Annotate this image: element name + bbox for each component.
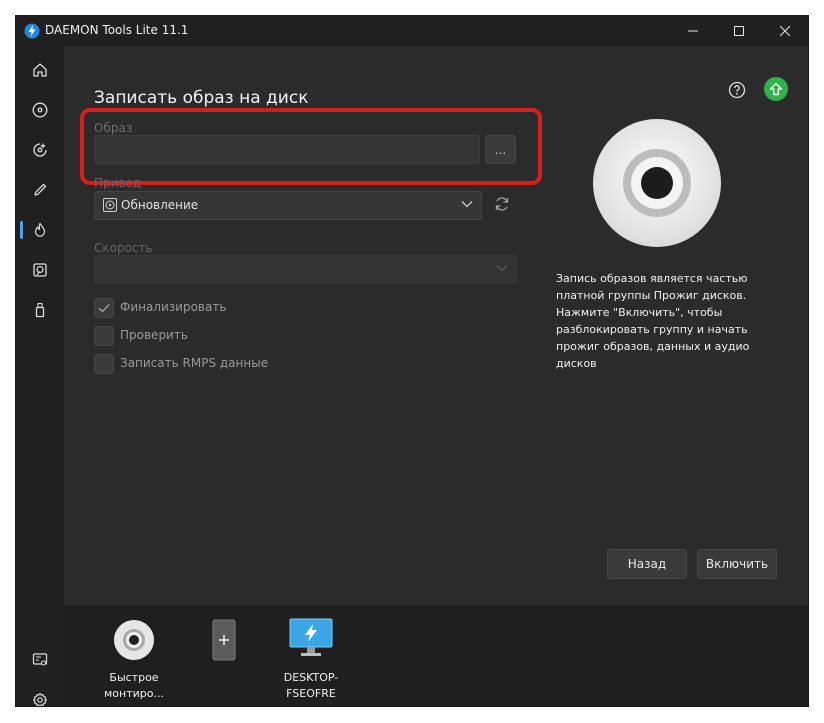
minimize-icon [688,30,698,32]
add-device-icon [212,619,236,661]
speed-select[interactable] [94,255,517,284]
pencil-icon [34,183,47,196]
monitor-icon [289,618,333,656]
app-window: DAEMON Tools Lite 11.1 Записать образ на… [16,16,808,706]
device-quick-mount[interactable]: Быстрое монтиро... [89,606,179,706]
device-label: Быстрое монтиро... [104,671,164,700]
disc-icon [32,102,48,118]
license-icon [32,653,48,666]
add-device-button[interactable] [179,606,269,706]
sidebar-item-virtual-hdd[interactable] [16,254,64,286]
disc-illustration-icon [593,119,721,247]
verify-checkbox-label: Проверить [120,328,188,342]
speed-label: Скорость [94,241,153,255]
enable-button[interactable]: Включить [697,549,777,579]
maximize-icon [734,26,744,36]
sidebar-item-license[interactable] [16,644,64,676]
flame-icon [34,222,46,237]
sidebar-item-new-image[interactable] [16,134,64,166]
drive-select-value: Обновление [121,198,199,212]
device-desktop[interactable]: DESKTOP-FSEOFRE [266,606,356,706]
window-title: DAEMON Tools Lite 11.1 [45,23,189,37]
disc-icon [114,620,154,660]
sidebar-item-home[interactable] [16,54,64,86]
drive-disc-icon [103,198,117,212]
drive-label: Привод [94,176,142,190]
sidebar-item-settings[interactable] [16,684,64,706]
device-label: DESKTOP-FSEOFRE [283,671,339,700]
home-icon [33,63,47,77]
checkmark-icon [98,304,110,313]
daemon-tools-logo-icon [24,23,40,39]
chevron-down-icon [496,265,508,272]
back-button[interactable]: Назад [607,549,687,579]
finalize-checkbox[interactable] [94,298,114,318]
burning-info-text: Запись образов является частью платной г… [556,272,750,370]
rmps-checkbox-label: Записать RMPS данные [120,356,269,370]
highlight-annotation [80,108,542,185]
minimize-button[interactable] [670,16,716,46]
sidebar-item-editor[interactable] [16,174,64,206]
gear-icon [32,692,48,706]
active-indicator [20,221,23,239]
help-icon[interactable] [728,81,746,99]
sidebar [16,46,64,706]
disc-add-icon [33,143,47,157]
hdd-icon [33,263,47,277]
maximize-button[interactable] [716,16,762,46]
sidebar-item-burn[interactable] [16,214,64,246]
finalize-checkbox-label: Финализировать [120,300,227,314]
usb-icon [35,302,45,318]
upgrade-button[interactable] [764,77,788,101]
refresh-icon[interactable] [493,195,511,213]
title-bar: DAEMON Tools Lite 11.1 [16,16,808,46]
drive-select[interactable]: Обновление [94,191,482,220]
rmps-checkbox[interactable] [94,354,114,374]
devices-bar: Быстрое монтиро... DESKTOP-FSEOFRE [64,606,808,706]
chevron-down-icon [461,201,473,208]
verify-checkbox[interactable] [94,326,114,346]
close-icon [780,26,790,36]
page-title: Записать образ на диск [94,88,309,108]
burn-image-panel: Записать образ на диск Образ ... Привод [64,46,808,606]
arrow-up-icon [769,82,783,96]
close-button[interactable] [762,16,808,46]
sidebar-item-images[interactable] [16,94,64,126]
sidebar-item-usb[interactable] [16,294,64,326]
